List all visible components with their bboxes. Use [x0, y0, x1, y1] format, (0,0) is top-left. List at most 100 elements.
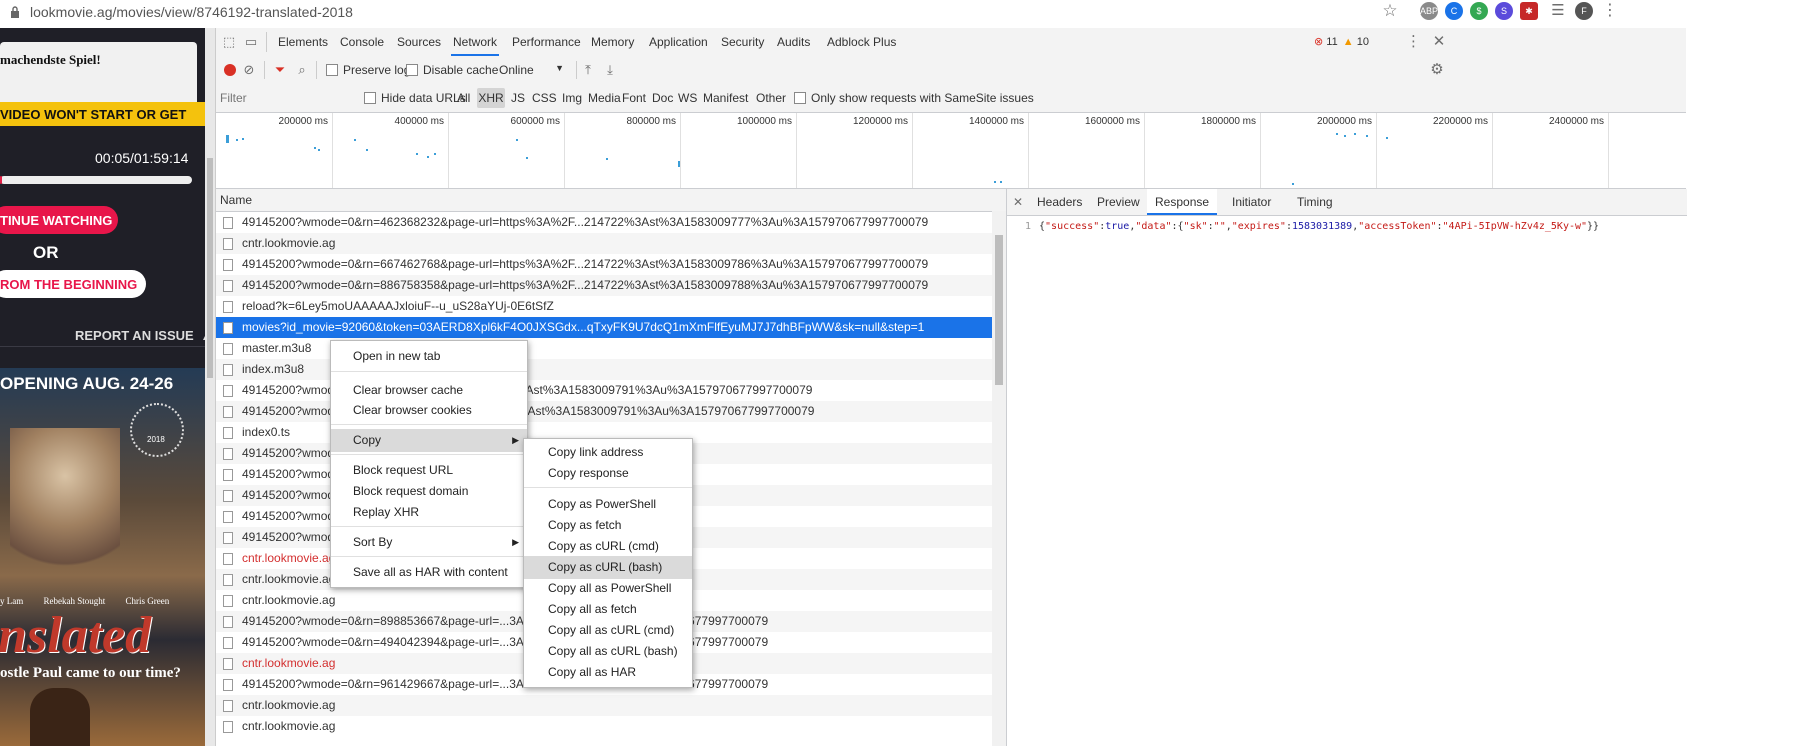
adblock-extension-icon[interactable]: ABP: [1420, 2, 1438, 20]
copy-all-as-har-item[interactable]: Copy all as HAR: [524, 661, 692, 684]
request-row[interactable]: cntr.lookmovie.ag: [216, 233, 1006, 254]
filter-type-js[interactable]: JS: [511, 88, 525, 108]
copy-as-fetch-item[interactable]: Copy as fetch: [524, 514, 692, 537]
filter-type-css[interactable]: CSS: [532, 88, 557, 108]
tab-console[interactable]: Console: [340, 28, 384, 56]
block-request-url-item[interactable]: Block request URL: [331, 459, 527, 482]
import-har-icon[interactable]: ⤒: [580, 59, 596, 81]
tab-memory[interactable]: Memory: [591, 28, 634, 56]
filter-type-img[interactable]: Img: [562, 88, 582, 108]
issue-counters[interactable]: ⊗ 11 ▲ 10: [1314, 35, 1369, 48]
request-dot: [1336, 133, 1338, 135]
profile-avatar[interactable]: F: [1575, 2, 1593, 20]
copy-as-curl-cmd-item[interactable]: Copy as cURL (cmd): [524, 535, 692, 558]
copy-link-address-item[interactable]: Copy link address: [524, 441, 692, 464]
copy-all-as-fetch-item[interactable]: Copy all as fetch: [524, 598, 692, 621]
timeline-gridline: [796, 113, 797, 188]
request-row[interactable]: 49145200?wmode=0&rn=886758358&page-url=h…: [216, 275, 1006, 296]
start-from-beginning-button[interactable]: ROM THE BEGINNING: [0, 270, 146, 298]
video-progress-bar[interactable]: [0, 176, 192, 184]
copy-as-powershell-item[interactable]: Copy as PowerShell: [524, 493, 692, 516]
request-row[interactable]: 49145200?wmode=0&rn=667462768&page-url=h…: [216, 254, 1006, 275]
network-settings-gear-icon[interactable]: ⚙: [1428, 59, 1446, 81]
request-list-scrollbar-thumb[interactable]: [995, 235, 1003, 385]
chrome-menu-icon[interactable]: ⋮: [1602, 0, 1618, 22]
bookmark-star-icon[interactable]: ☆: [1380, 0, 1400, 22]
url-field[interactable]: lookmovie.ag/movies/view/8746192-transla…: [10, 4, 353, 20]
filter-type-other[interactable]: Other: [756, 88, 786, 108]
request-name: reload?k=6Ley5moUAAAAAJxloiuF--u_uS28aYU…: [242, 299, 554, 313]
copy-all-as-curl-bash-item[interactable]: Copy all as cURL (bash): [524, 640, 692, 663]
request-row[interactable]: reload?k=6Ley5moUAAAAAJxloiuF--u_uS28aYU…: [216, 296, 1006, 317]
samesite-checkbox[interactable]: Only show requests with SameSite issues: [794, 91, 1034, 105]
filter-type-doc[interactable]: Doc: [652, 88, 673, 108]
tab-security[interactable]: Security: [721, 28, 764, 56]
copy-response-item[interactable]: Copy response: [524, 462, 692, 485]
extension-c-icon[interactable]: C: [1445, 2, 1463, 20]
replay-xhr-item[interactable]: Replay XHR: [331, 501, 527, 524]
copy-all-as-powershell-item[interactable]: Copy all as PowerShell: [524, 577, 692, 600]
inspect-element-icon[interactable]: ⬚: [220, 31, 238, 53]
save-all-as-har-item[interactable]: Save all as HAR with content: [331, 561, 527, 584]
clear-icon[interactable]: ⊘: [241, 59, 257, 81]
continue-watching-button[interactable]: TINUE WATCHING: [0, 206, 118, 234]
extension-bug-icon[interactable]: ✱: [1520, 2, 1538, 20]
close-devtools-icon[interactable]: ✕: [1431, 31, 1447, 53]
request-list-header[interactable]: Name: [216, 189, 1006, 212]
tab-preview[interactable]: Preview: [1097, 189, 1140, 215]
filter-type-media[interactable]: Media: [588, 88, 621, 108]
filter-type-all[interactable]: All: [457, 88, 470, 108]
request-row[interactable]: cntr.lookmovie.ag: [216, 716, 1006, 737]
tab-performance[interactable]: Performance: [512, 28, 581, 56]
record-icon[interactable]: [224, 64, 236, 76]
filter-input[interactable]: [216, 88, 362, 108]
throttle-select[interactable]: Online ▼: [499, 63, 564, 77]
tab-network[interactable]: Network: [451, 28, 500, 56]
export-har-icon[interactable]: ⤓: [602, 59, 618, 81]
network-overview-timeline[interactable]: 200000 ms 400000 ms 600000 ms 800000 ms 1000…: [216, 113, 1686, 189]
page-scrollbar[interactable]: [205, 28, 215, 746]
extension-green-icon[interactable]: $: [1470, 2, 1488, 20]
tab-adblock-plus[interactable]: Adblock Plus: [827, 28, 896, 56]
request-list-scrollbar[interactable]: [992, 211, 1006, 746]
tab-headers[interactable]: Headers: [1037, 189, 1082, 215]
request-row[interactable]: 49145200?wmode=0&rn=462368232&page-url=h…: [216, 212, 1006, 233]
copy-as-curl-bash-item[interactable]: Copy as cURL (bash): [524, 556, 692, 579]
tab-timing[interactable]: Timing: [1297, 189, 1333, 215]
clear-browser-cookies-item[interactable]: Clear browser cookies: [331, 399, 527, 422]
reading-list-icon[interactable]: ☰: [1548, 0, 1568, 22]
open-in-new-tab-item[interactable]: Open in new tab: [331, 345, 527, 368]
extension-s-icon[interactable]: S: [1495, 2, 1513, 20]
hide-data-urls-checkbox[interactable]: Hide data URLs: [364, 91, 466, 105]
device-toolbar-icon[interactable]: ▭: [242, 31, 260, 53]
preserve-log-checkbox[interactable]: Preserve log: [326, 63, 410, 77]
close-details-icon[interactable]: ✕: [1011, 191, 1025, 213]
response-body[interactable]: 1 {"success":true,"data":{"sk":"","expire…: [1007, 221, 1687, 232]
filter-icon[interactable]: ⏷: [272, 59, 288, 81]
request-type-icon: [223, 322, 233, 334]
filter-type-font[interactable]: Font: [622, 88, 646, 108]
sort-by-item[interactable]: Sort By ▶: [331, 531, 527, 554]
block-request-domain-item[interactable]: Block request domain: [331, 480, 527, 503]
request-type-icon: [223, 511, 233, 523]
copy-all-as-curl-cmd-item[interactable]: Copy all as cURL (cmd): [524, 619, 692, 642]
page-scrollbar-thumb[interactable]: [207, 158, 213, 378]
tab-sources[interactable]: Sources: [397, 28, 441, 56]
report-issue-link[interactable]: REPORT AN ISSUE ▲: [75, 328, 205, 343]
disable-cache-checkbox[interactable]: Disable cache: [406, 63, 498, 77]
request-row[interactable]: movies?id_movie=92060&token=03AERD8Xpl6k…: [216, 317, 1006, 338]
timeline-gridline: [1492, 113, 1493, 188]
tab-elements[interactable]: Elements: [278, 28, 328, 56]
movie-poster[interactable]: OPENING AUG. 24-26 2018 y Lam Rebekah St…: [0, 368, 205, 746]
tab-audits[interactable]: Audits: [777, 28, 810, 56]
tab-initiator[interactable]: Initiator: [1232, 189, 1271, 215]
copy-item[interactable]: Copy ▶: [331, 429, 527, 452]
tab-application[interactable]: Application: [649, 28, 708, 56]
request-row[interactable]: cntr.lookmovie.ag: [216, 695, 1006, 716]
filter-type-manifest[interactable]: Manifest: [703, 88, 748, 108]
filter-type-ws[interactable]: WS: [678, 88, 697, 108]
search-icon[interactable]: ⌕: [294, 59, 310, 81]
filter-type-xhr[interactable]: XHR: [477, 88, 505, 108]
devtools-menu-icon[interactable]: ⋮: [1406, 31, 1421, 53]
tab-response[interactable]: Response: [1147, 189, 1218, 215]
